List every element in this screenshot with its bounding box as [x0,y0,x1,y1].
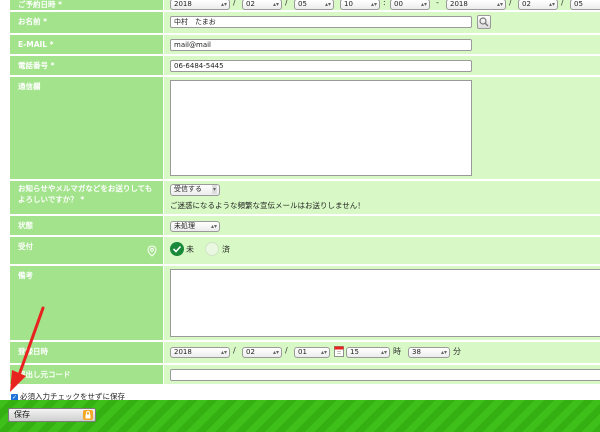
registered-day-select[interactable]: 01 ▴▾ [294,347,330,358]
phone-input[interactable]: 06-6484-5445 [170,60,472,72]
newsletter-field: 受信する ▾ ご迷惑になるような頻繁な宣伝メールはお送りしません！ [164,181,600,215]
notes-field [164,266,600,341]
location-pin-icon [147,245,157,257]
start-minute-select[interactable]: 00 ▴▾ [390,0,430,10]
slash: / [285,346,288,355]
reservation-label: ご予約日時 * [10,0,163,11]
phone-field: 06-6484-5445 [164,56,600,76]
start-year-select[interactable]: 2018 ▴▾ [170,0,230,10]
colon: : [383,0,386,7]
acceptance-radio-processed[interactable] [205,242,219,256]
name-input[interactable]: 中村 たまお [170,16,472,28]
save-button-label: 保存 [14,410,30,419]
email-input[interactable]: mail@mail [170,39,472,51]
row-phone: 電話番号 * 06-6484-5445 [10,56,600,76]
acceptance-radio-unprocessed[interactable] [170,242,184,256]
registered-hour-select[interactable]: 15 ▴▾ [346,347,390,358]
reservation-field: 2018 ▴▾ / 02 ▴▾ / 05 ▴▾ 10 ▴▾ : 00 ▴▾ - 2018 ▴… [164,0,600,11]
registered-year-select[interactable]: 2018 ▴▾ [170,347,230,358]
start-month-select[interactable]: 02 ▴▾ [242,0,282,10]
row-name: お名前 * 中村 たまお [10,12,600,34]
registered-minute-select[interactable]: 38 ▴▾ [408,347,450,358]
calendar-icon[interactable] [334,345,344,357]
newsletter-label: お知らせやメルマガなどをお送りしてもよろしいですか？ * [10,181,163,215]
end-day-select[interactable]: 05▴▾ [570,0,600,10]
comments-label: 通信欄 [10,77,163,180]
acceptance-field: 未 済 [164,237,600,265]
registered-month-select[interactable]: 02 ▴▾ [242,347,282,358]
row-email: E-MAIL * mail@mail [10,35,600,55]
notes-textarea[interactable] [170,269,600,337]
newsletter-note: ご迷惑になるような頻繁な宣伝メールはお送りしません！ [170,201,365,210]
row-reservation: ご予約日時 * 2018 ▴▾ / 02 ▴▾ / 05 ▴▾ 10 ▴▾ : 00 ▴▾… [10,0,600,11]
status-field: 未処理 ▴▾ [164,216,600,236]
search-icon [479,17,489,27]
status-select[interactable]: 未処理 ▴▾ [170,221,220,232]
email-field: mail@mail [164,35,600,55]
check-icon [172,245,182,253]
save-button[interactable]: 保存 [8,408,96,422]
acceptance-label: 受付 [10,237,163,265]
slash: / [561,0,564,7]
row-newsletter: お知らせやメルマガなどをお送りしてもよろしいですか？ * 受信する ▾ ご迷惑にな… [10,181,600,215]
phone-label: 電話番号 * [10,56,163,76]
row-acceptance: 受付 未 済 [10,237,600,265]
registered-field: 2018 ▴▾ / 02 ▴▾ / 01 ▴▾ 15 ▴▾ 時 38 ▴▾ 分 [164,342,600,364]
row-notes: 備考 [10,266,600,341]
end-year-select[interactable]: 2018 ▴▾ [446,0,506,10]
annotation-arrow-icon [10,306,45,392]
search-button[interactable] [477,15,491,29]
source-code-input[interactable] [170,369,600,381]
lock-icon [83,410,93,420]
row-status: 状態 未処理 ▴▾ [10,216,600,236]
slash: / [233,346,236,355]
name-field: 中村 たまお [164,12,600,34]
acceptance-option-label: 済 [222,245,230,254]
minute-unit: 分 [453,347,461,356]
name-label: お名前 * [10,12,163,34]
email-label: E-MAIL * [10,35,163,55]
row-registered: 登録日時 2018 ▴▾ / 02 ▴▾ / 01 ▴▾ 15 ▴▾ 時 38 ▴▾ 分 [10,342,600,364]
slash: / [233,0,236,7]
start-hour-select[interactable]: 10 ▴▾ [340,0,380,10]
slash: / [509,0,512,7]
acceptance-option-label: 未 [186,245,194,254]
status-label: 状態 [10,216,163,236]
end-month-select[interactable]: 02 ▴▾ [518,0,558,10]
comments-textarea[interactable] [170,80,472,176]
row-source-code: 呼出し元コード [10,365,600,385]
slash: / [285,0,288,7]
hour-unit: 時 [393,347,401,356]
newsletter-select[interactable]: 受信する ▾ [170,184,220,196]
comments-field [164,77,600,180]
start-day-select[interactable]: 05 ▴▾ [294,0,334,10]
row-comments: 通信欄 [10,77,600,180]
source-code-field [164,365,600,385]
range-separator: - [436,0,439,7]
